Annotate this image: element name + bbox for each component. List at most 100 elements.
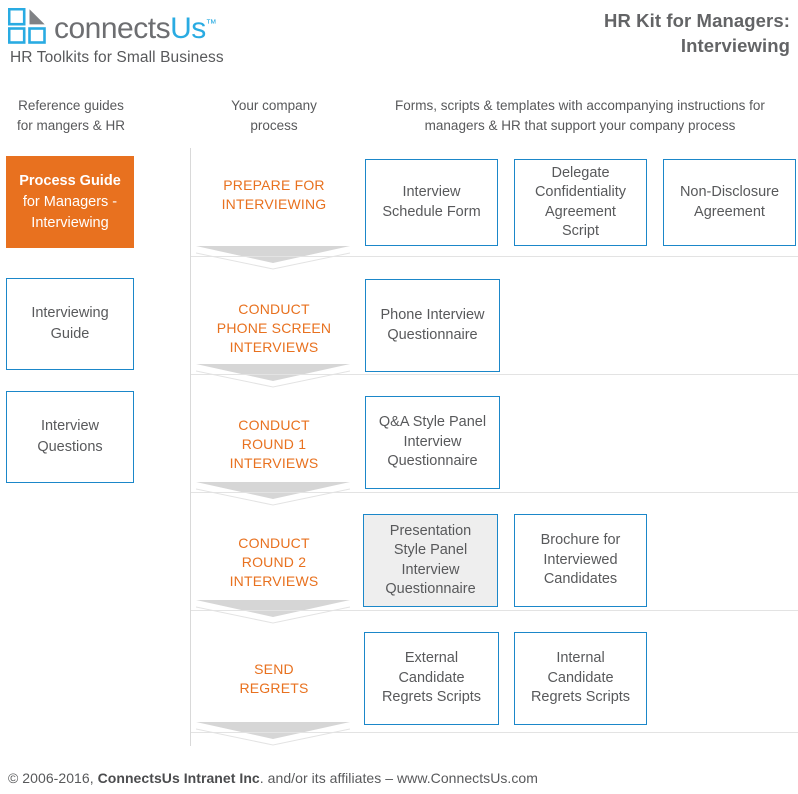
process-step-line: INTERVIEWS [229, 339, 319, 355]
process-flow: Process Guide for Managers - Interviewing I… [0, 148, 798, 748]
document-card[interactable]: External Candidate Regrets Scripts [364, 632, 499, 725]
row-separator [191, 492, 798, 493]
process-step-line: SEND [254, 661, 294, 677]
document-card-line: Regrets Scripts [381, 689, 482, 706]
document-card-line: Phone Interview [380, 307, 485, 323]
document-card[interactable]: Presentation Style Panel Interview Question… [363, 514, 498, 607]
brand-wordmark-us: Us [170, 12, 206, 45]
process-flow-arrow-icon [195, 598, 351, 624]
process-flow-arrow-icon [195, 244, 351, 270]
document-card-line: Confidentiality [534, 184, 627, 200]
process-step-line: CONDUCT [238, 301, 310, 317]
footer-copyright: © 2006-2016, ConnectsUs Intranet Inc. an… [8, 770, 538, 786]
document-card-line: Questionnaire [385, 581, 476, 597]
process-step-line: CONDUCT [238, 417, 310, 433]
row-separator [191, 256, 798, 257]
reference-guide-card[interactable]: Interviewing Guide [6, 278, 134, 370]
document-card[interactable]: Internal Candidate Regrets Scripts [514, 632, 647, 725]
document-card-line: Interview [403, 433, 462, 450]
footer-prefix: © 2006-2016, [8, 770, 98, 786]
footer-company: ConnectsUs Intranet Inc [97, 770, 260, 786]
document-card-line: Questionnaire [387, 453, 478, 470]
page-title-line2: Interviewing [680, 35, 790, 56]
column-headings: Reference guides for mangers & HR Your c… [0, 96, 798, 136]
footer-suffix: . and/or its affiliates – www.ConnectsUs… [259, 770, 538, 786]
document-card-line: Interviewed [543, 551, 618, 568]
brand-tagline: HR Toolkits for Small Business [10, 49, 224, 66]
process-step-line: ROUND 2 [241, 554, 307, 570]
column-heading-forms-templates-line2: managers & HR that support your company … [424, 118, 736, 133]
process-step-line: INTERVIEWS [229, 455, 319, 471]
process-flow-arrow-icon [195, 720, 351, 746]
document-card-line: Non-Disclosure [679, 184, 780, 200]
document-card-line: Brochure for [540, 532, 621, 549]
process-flow-arrow-icon [195, 362, 351, 388]
process-step-line: CONDUCT [238, 535, 310, 551]
brand-block: connectsUs™ HR Toolkits for Small Busine… [7, 6, 368, 67]
process-step[interactable]: CONDUCT ROUND 2 INTERVIEWS [194, 534, 354, 591]
reference-guide-label: Questions [37, 439, 103, 455]
document-card-line: Candidate [398, 669, 465, 686]
document-card-line: Interview [402, 184, 461, 200]
document-card-line: Style Panel [393, 542, 468, 558]
brand-wordmark-connects: connects [54, 12, 171, 45]
reference-guide-label: Interview [40, 418, 99, 434]
page-title-line1: HR Kit for Managers: [604, 10, 790, 31]
column-heading-reference-guides-line2: for mangers & HR [16, 118, 126, 133]
document-card-line: Agreement [694, 203, 765, 220]
document-card-line: Script [561, 223, 600, 239]
process-step[interactable]: CONDUCT ROUND 1 INTERVIEWS [194, 416, 354, 473]
column-heading-company-process: Your company process [194, 96, 354, 136]
reference-guide-subtitle: for Managers - [22, 193, 118, 210]
document-card[interactable]: Q&A Style Panel Interview Questionnaire [365, 396, 500, 489]
document-card-line: Regrets Scripts [530, 689, 631, 706]
column-heading-reference-guides: Reference guides for mangers & HR [4, 96, 138, 136]
column-heading-forms-templates-line1: Forms, scripts & templates with accompan… [395, 98, 765, 113]
document-card-line: Candidates [543, 571, 618, 588]
column-heading-company-process-line2: process [250, 118, 298, 133]
process-step-line: REGRETS [239, 680, 309, 696]
reference-guide-card[interactable]: Process Guide for Managers - Interviewing [6, 156, 134, 248]
trademark-symbol: ™ [205, 18, 217, 30]
reference-guide-label: Interviewing [31, 305, 109, 321]
document-card-line: Questionnaire [387, 326, 478, 343]
document-card-line: Q&A Style Panel [378, 414, 487, 431]
process-step[interactable]: PREPARE FOR INTERVIEWING [194, 176, 354, 214]
document-card[interactable]: Phone Interview Questionnaire [365, 279, 500, 372]
document-card-line: Agreement [545, 203, 616, 220]
process-step-line: PREPARE FOR [223, 177, 325, 193]
reference-guide-subtitle: Interviewing [31, 214, 109, 231]
document-card[interactable]: Interview Schedule Form [365, 159, 498, 246]
column-heading-reference-guides-line1: Reference guides [18, 98, 124, 113]
column-heading-company-process-line1: Your company [231, 98, 317, 113]
document-card[interactable]: Non-Disclosure Agreement [663, 159, 796, 246]
process-step-line: PHONE SCREEN [216, 320, 332, 336]
process-flow-arrow-icon [195, 480, 351, 506]
process-step-line: INTERVIEWS [229, 573, 319, 589]
process-step-line: INTERVIEWING [221, 196, 327, 212]
row-separator [191, 732, 798, 733]
reference-guide-label: Guide [50, 326, 90, 342]
process-step-line: ROUND 1 [241, 436, 307, 452]
document-card-line: Delegate [551, 164, 610, 181]
connectsus-squares-logo-icon [7, 7, 48, 44]
row-separator [191, 374, 798, 375]
reference-guide-title: Process Guide [19, 172, 121, 189]
page-header: connectsUs™ HR Toolkits for Small Busine… [0, 0, 798, 72]
document-card[interactable]: Delegate Confidentiality Agreement Script [514, 159, 647, 246]
row-separator [191, 610, 798, 611]
page-title: HR Kit for Managers: Interviewing [604, 8, 790, 58]
document-card-line: External [404, 650, 459, 667]
document-card-line: Interview [401, 561, 460, 578]
document-card-line: Schedule Form [382, 203, 481, 220]
process-spine-line [190, 148, 191, 746]
document-card-line: Presentation [389, 522, 472, 539]
document-card[interactable]: Brochure for Interviewed Candidates [514, 514, 647, 607]
document-card-line: Candidate [547, 669, 614, 686]
document-card-line: Internal [556, 650, 605, 667]
process-step[interactable]: CONDUCT PHONE SCREEN INTERVIEWS [194, 300, 354, 357]
process-step[interactable]: SEND REGRETS [194, 660, 354, 698]
reference-guide-card[interactable]: Interview Questions [6, 391, 134, 483]
column-heading-forms-templates: Forms, scripts & templates with accompan… [366, 96, 794, 136]
brand-wordmark: connectsUs™ [54, 6, 217, 47]
